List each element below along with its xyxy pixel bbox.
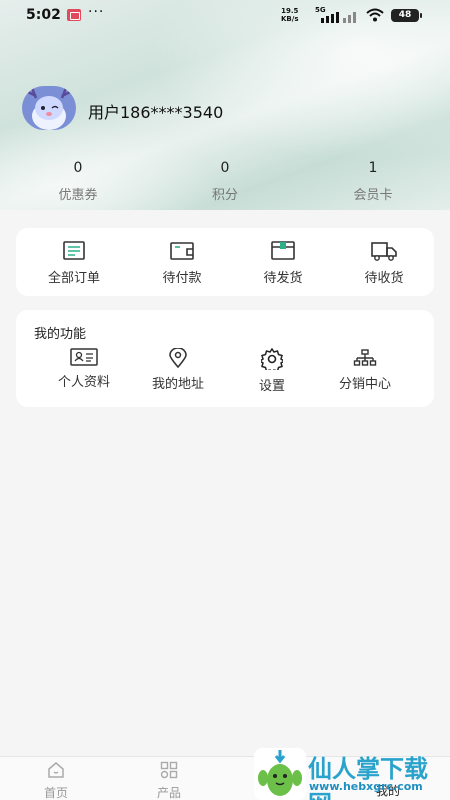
tab-label: 首页	[43, 786, 68, 800]
network-speed-unit: KB/s	[281, 15, 299, 23]
status-time: 5:02	[26, 7, 61, 23]
function-label: 设置	[258, 379, 285, 394]
function-profile-button[interactable]: 个人资料	[34, 348, 134, 390]
stat-value: 1	[368, 160, 378, 176]
stat-coupons[interactable]: 0 优惠券	[18, 160, 138, 203]
function-label: 我的地址	[151, 377, 204, 392]
watermark-url: www.hebxgrc.com	[309, 780, 423, 793]
username[interactable]: 用户186****3540	[88, 99, 223, 123]
stat-label: 会员卡	[353, 188, 393, 203]
function-distribution-button[interactable]: 分销中心	[315, 348, 415, 392]
order-label: 待付款	[162, 271, 202, 286]
package-icon	[271, 241, 295, 260]
function-address-button[interactable]: 我的地址	[128, 348, 228, 392]
grid-icon	[160, 761, 178, 779]
orders-card: 全部订单 待付款 待发货 待收货	[16, 228, 434, 296]
status-bar: 5:02 ··· 19.5 KB/s 5G 48	[0, 0, 450, 32]
signal-icon	[319, 11, 359, 23]
location-pin-icon	[169, 348, 187, 368]
battery-icon: 48	[391, 9, 422, 22]
avatar[interactable]	[22, 86, 76, 130]
tab-products[interactable]: 产品	[139, 761, 199, 800]
stat-points[interactable]: 0 积分	[165, 160, 285, 203]
order-to-receive-button[interactable]: 待收货	[334, 240, 434, 286]
stat-label: 优惠券	[58, 188, 98, 203]
org-chart-icon	[353, 349, 377, 366]
function-label: 个人资料	[57, 375, 110, 390]
order-unpaid-button[interactable]: 待付款	[132, 240, 232, 286]
notification-icon	[67, 9, 81, 21]
tab-home[interactable]: 首页	[26, 761, 86, 800]
order-label: 全部订单	[47, 271, 100, 286]
home-icon	[48, 762, 64, 778]
order-list-icon	[63, 241, 85, 260]
my-functions-card: 我的功能 个人资料 我的地址 设置 分销中心	[16, 310, 434, 407]
network-speed-value: 19.5	[281, 7, 299, 15]
order-all-button[interactable]: 全部订单	[24, 240, 124, 286]
gear-icon	[261, 348, 283, 370]
stat-label: 积分	[211, 188, 238, 203]
wifi-icon	[366, 8, 384, 26]
function-settings-button[interactable]: 设置	[222, 348, 322, 394]
truck-icon	[371, 242, 397, 261]
network-speed: 19.5 KB/s	[281, 7, 298, 23]
tab-label: 产品	[156, 786, 181, 800]
section-title: 我的功能	[34, 327, 87, 342]
wallet-icon	[170, 242, 194, 260]
order-label: 待发货	[263, 271, 303, 286]
order-to-ship-button[interactable]: 待发货	[233, 240, 333, 286]
stat-member-cards[interactable]: 1 会员卡	[313, 160, 433, 203]
stat-value: 0	[73, 160, 83, 176]
order-label: 待收货	[364, 271, 404, 286]
stat-value: 0	[220, 160, 230, 176]
more-notifications-icon: ···	[88, 4, 105, 20]
id-card-icon	[70, 348, 98, 366]
function-label: 分销中心	[338, 377, 391, 392]
